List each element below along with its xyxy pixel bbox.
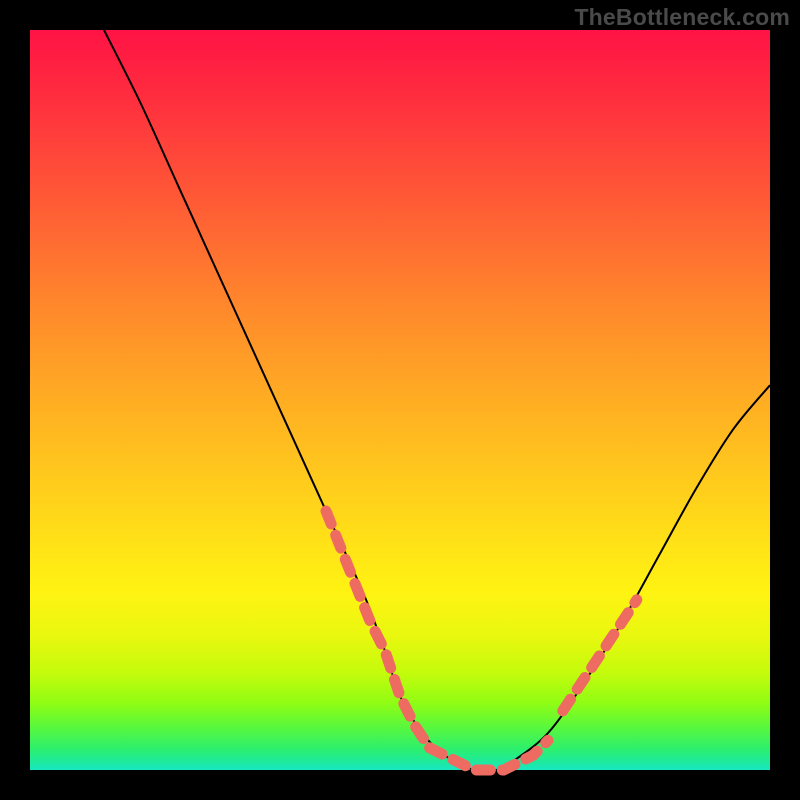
left-dotted-band	[326, 511, 430, 748]
bottom-dotted-band	[430, 740, 548, 770]
curve-svg	[30, 30, 770, 770]
watermark-text: TheBottleneck.com	[574, 4, 790, 31]
chart-frame: TheBottleneck.com	[0, 0, 800, 800]
plot-area	[30, 30, 770, 770]
right-dotted-band	[563, 600, 637, 711]
main-curve	[104, 30, 770, 771]
bottleneck-curve-path	[104, 30, 770, 771]
